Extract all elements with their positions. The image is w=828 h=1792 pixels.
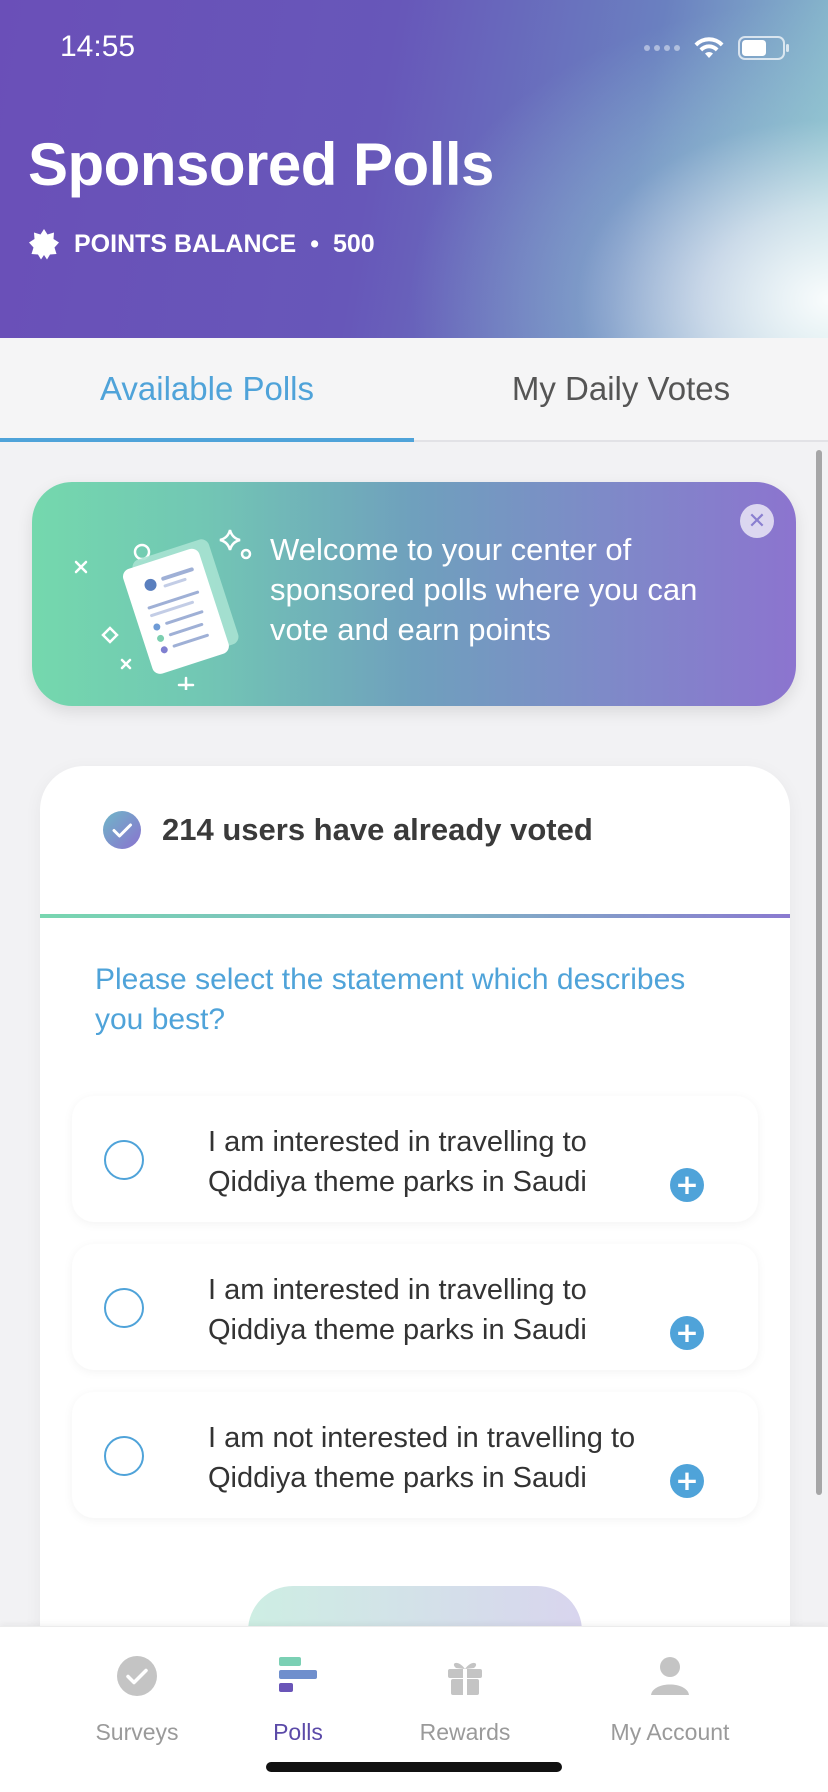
voted-count-row: 214 users have already voted xyxy=(102,810,593,850)
tab-bar: Available Polls My Daily Votes xyxy=(0,338,828,442)
welcome-banner: Welcome to your center of sponsored poll… xyxy=(32,482,796,706)
gift-icon xyxy=(448,1662,482,1695)
check-badge-icon xyxy=(103,811,141,849)
nav-my-account[interactable]: My Account xyxy=(600,1655,740,1746)
status-time: 14:55 xyxy=(60,30,136,63)
radio-button[interactable] xyxy=(104,1436,144,1476)
text-fade xyxy=(602,1458,672,1498)
nav-label: Polls xyxy=(273,1719,323,1745)
radio-button[interactable] xyxy=(104,1288,144,1328)
poll-option[interactable]: I am interested in travelling to Qiddiya… xyxy=(72,1096,758,1222)
poll-question: Please select the statement which descri… xyxy=(95,963,686,1036)
badge-star-icon xyxy=(29,229,59,260)
points-separator: • xyxy=(310,229,319,258)
check-circle-icon xyxy=(117,1656,157,1696)
gradient-divider xyxy=(40,914,790,918)
text-fade xyxy=(602,1310,672,1350)
nav-label: Surveys xyxy=(95,1719,179,1745)
voted-count-text: 214 users have already voted xyxy=(162,812,593,847)
plus-icon[interactable]: + xyxy=(670,1316,704,1350)
wifi-icon xyxy=(694,37,724,58)
text-fade xyxy=(602,1162,672,1202)
clipboard-illustration-icon xyxy=(74,529,252,690)
tab-available-polls[interactable]: Available Polls xyxy=(0,338,414,442)
home-indicator xyxy=(266,1762,562,1772)
radio-button[interactable] xyxy=(104,1140,144,1180)
nav-label: My Account xyxy=(610,1719,730,1745)
points-balance-label: POINTS BALANCE xyxy=(74,229,297,258)
welcome-banner-text: Welcome to your center of sponsored poll… xyxy=(270,532,698,647)
plus-icon[interactable]: + xyxy=(670,1464,704,1498)
poll-option-text: I am interested in travelling to Qiddiya… xyxy=(208,1126,587,1198)
header: 14:55 Sponsored Polls POINTS BALANCE • 5… xyxy=(0,0,828,338)
page-title: Sponsored Polls xyxy=(28,131,494,198)
points-balance-value: 500 xyxy=(333,229,375,258)
nav-label: Rewards xyxy=(419,1719,511,1745)
cellular-signal-icon xyxy=(644,45,680,51)
nav-surveys[interactable]: Surveys xyxy=(80,1655,194,1746)
poll-option-text: I am not interested in travelling to Qid… xyxy=(208,1422,636,1494)
nav-rewards[interactable]: Rewards xyxy=(410,1655,520,1746)
poll-option[interactable]: I am not interested in travelling to Qid… xyxy=(72,1392,758,1518)
poll-option[interactable]: I am interested in travelling to Qiddiya… xyxy=(72,1244,758,1370)
polls-icon xyxy=(279,1657,317,1692)
status-icons xyxy=(644,36,790,60)
battery-icon xyxy=(738,36,789,60)
nav-polls[interactable]: Polls xyxy=(250,1655,346,1746)
points-balance: POINTS BALANCE • 500 xyxy=(28,228,375,260)
scrollbar[interactable] xyxy=(816,450,822,1495)
user-icon xyxy=(651,1657,689,1695)
tab-my-daily-votes[interactable]: My Daily Votes xyxy=(414,338,828,440)
close-icon[interactable]: ✕ xyxy=(740,504,774,538)
poll-option-text: I am interested in travelling to Qiddiya… xyxy=(208,1274,587,1346)
plus-icon[interactable]: + xyxy=(670,1168,704,1202)
